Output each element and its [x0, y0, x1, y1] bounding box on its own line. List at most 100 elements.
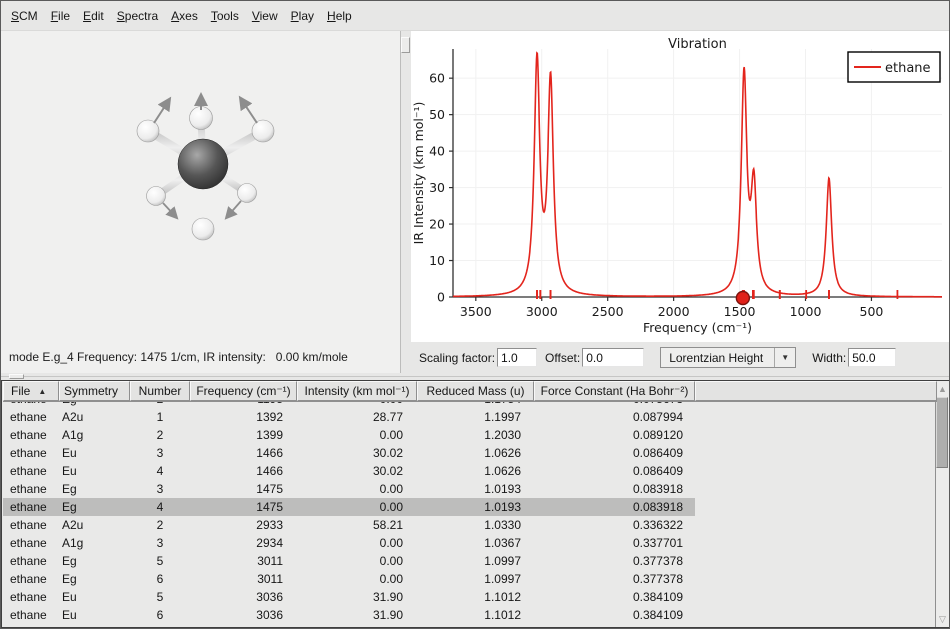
- table-row[interactable]: ethaneA2u2293358.211.03300.336322: [3, 516, 695, 534]
- y-tick-label: 60: [429, 71, 445, 86]
- splitter-groove: [1, 376, 949, 377]
- column-header-0[interactable]: File▲: [3, 381, 59, 401]
- table-cell: 0.00: [297, 482, 417, 496]
- table-row[interactable]: ethaneA1g329340.001.03670.337701: [3, 534, 695, 552]
- lineshape-dropdown[interactable]: Lorentzian Height ▼: [660, 347, 796, 368]
- menu-spectra[interactable]: Spectra: [111, 5, 164, 27]
- width-label: Width:: [812, 351, 846, 365]
- table-cell: 1.0330: [417, 518, 534, 532]
- vertical-splitter[interactable]: [401, 31, 411, 373]
- table-cell: 1.0997: [417, 572, 534, 586]
- menu-play[interactable]: Play: [285, 5, 320, 27]
- molecule-3d-view[interactable]: [1, 31, 400, 372]
- table-cell: 5: [130, 590, 190, 604]
- displacement-arrow: [154, 100, 169, 123]
- table-row[interactable]: ethaneEg314750.001.01930.083918: [3, 480, 695, 498]
- molecule-viewport[interactable]: mode E.g_4 Frequency: 1475 1/cm, IR inte…: [1, 31, 401, 373]
- table-cell: ethane: [3, 536, 58, 550]
- table-row[interactable]: ethaneEu4146630.021.06260.086409: [3, 462, 695, 480]
- table-cell: Eg: [58, 500, 130, 514]
- table-cell: 1.0367: [417, 536, 534, 550]
- width-input[interactable]: [848, 348, 896, 367]
- table-cell: Eu: [58, 446, 130, 460]
- scaling-factor-input[interactable]: [497, 348, 537, 367]
- table-cell: 2933: [190, 518, 297, 532]
- table-cell: 1475: [190, 482, 297, 496]
- horizontal-splitter[interactable]: [1, 373, 949, 380]
- table-cell: 0.336322: [534, 518, 695, 532]
- modes-table-rows: ethaneEg211950.001.17540.075673ethaneA2u…: [3, 390, 695, 624]
- y-axis-label: IR Intensity (km mol⁻¹): [411, 102, 426, 245]
- table-cell: 1.1997: [417, 410, 534, 424]
- table-cell: 28.77: [297, 410, 417, 424]
- table-cell: 1.0193: [417, 500, 534, 514]
- table-cell: 1.0626: [417, 446, 534, 460]
- legend-label: ethane: [885, 61, 931, 76]
- scrollbar-down-arrow-icon[interactable]: ▽: [936, 612, 949, 627]
- column-header-4[interactable]: Intensity (km mol⁻¹): [297, 381, 417, 401]
- menu-view[interactable]: View: [246, 5, 284, 27]
- scrollbar-thumb[interactable]: [936, 397, 948, 468]
- table-row[interactable]: ethaneEu5303631.901.10120.384109: [3, 588, 695, 606]
- scaling-factor-label: Scaling factor:: [419, 351, 495, 365]
- table-cell: 0.337701: [534, 536, 695, 550]
- table-cell: ethane: [3, 446, 58, 460]
- table-row[interactable]: ethaneA2u1139228.771.19970.087994: [3, 408, 695, 426]
- table-scrollbar[interactable]: ▲ ▽: [935, 381, 949, 627]
- table-cell: Eu: [58, 608, 130, 622]
- table-row[interactable]: ethaneEg630110.001.09970.377378: [3, 570, 695, 588]
- displacement-arrow: [163, 203, 176, 217]
- menu-axes[interactable]: Axes: [165, 5, 204, 27]
- table-cell: 3036: [190, 608, 297, 622]
- column-header-6[interactable]: Force Constant (Ha Bohr⁻²): [534, 381, 695, 401]
- spectrum-chart-panel: 0102030405060350030002500200015001000500…: [411, 31, 950, 342]
- hydrogen-atom: [192, 218, 214, 240]
- table-row-selected[interactable]: ethaneEg414750.001.01930.083918: [3, 498, 695, 516]
- table-cell: Eu: [58, 590, 130, 604]
- table-cell: 1399: [190, 428, 297, 442]
- spectrum-plot[interactable]: 0102030405060350030002500200015001000500…: [411, 31, 950, 342]
- sort-ascending-icon: ▲: [38, 387, 46, 396]
- column-header-1[interactable]: Symmetry: [59, 381, 130, 401]
- menu-scm[interactable]: SCM: [5, 5, 44, 27]
- table-cell: 1466: [190, 446, 297, 460]
- table-cell: 0.384109: [534, 590, 695, 604]
- scrollbar-up-arrow-icon[interactable]: ▲: [936, 381, 949, 396]
- column-header-3[interactable]: Frequency (cm⁻¹): [190, 381, 297, 401]
- table-row[interactable]: ethaneEg530110.001.09970.377378: [3, 552, 695, 570]
- spectra-app-window: SCMFileEditSpectraAxesToolsViewPlayHelp: [0, 0, 950, 629]
- table-cell: ethane: [3, 554, 58, 568]
- table-cell: 1.0997: [417, 554, 534, 568]
- table-cell: 1.2030: [417, 428, 534, 442]
- table-cell: 31.90: [297, 608, 417, 622]
- table-cell: ethane: [3, 500, 58, 514]
- column-header-2[interactable]: Number: [130, 381, 190, 401]
- horizontal-splitter-handle[interactable]: [9, 374, 24, 379]
- vertical-splitter-handle[interactable]: [401, 37, 410, 53]
- y-tick-label: 40: [429, 144, 445, 159]
- x-tick-label: 3000: [526, 304, 558, 319]
- x-axis-label: Frequency (cm⁻¹): [643, 320, 752, 335]
- table-cell: ethane: [3, 518, 58, 532]
- column-header-5[interactable]: Reduced Mass (u): [417, 381, 534, 401]
- hydrogen-atom: [252, 120, 274, 142]
- table-row[interactable]: ethaneA1g213990.001.20300.089120: [3, 426, 695, 444]
- table-row[interactable]: ethaneEu3146630.021.06260.086409: [3, 444, 695, 462]
- table-cell: 1.1012: [417, 590, 534, 604]
- menu-help[interactable]: Help: [321, 5, 358, 27]
- selected-mode-marker[interactable]: [736, 292, 749, 305]
- offset-input[interactable]: [582, 348, 644, 367]
- table-cell: ethane: [3, 608, 58, 622]
- menu-tools[interactable]: Tools: [205, 5, 245, 27]
- table-row[interactable]: ethaneEu6303631.901.10120.384109: [3, 606, 695, 624]
- y-tick-label: 20: [429, 217, 445, 232]
- modes-table-header: File▲SymmetryNumberFrequency (cm⁻¹)Inten…: [3, 381, 937, 402]
- hydrogen-atom: [137, 120, 159, 142]
- table-cell: 0.00: [297, 428, 417, 442]
- table-cell: 1.0626: [417, 464, 534, 478]
- menu-edit[interactable]: Edit: [77, 5, 110, 27]
- menu-file[interactable]: File: [45, 5, 76, 27]
- x-tick-label: 1500: [724, 304, 756, 319]
- table-cell: 0.00: [297, 500, 417, 514]
- y-tick-label: 10: [429, 253, 445, 268]
